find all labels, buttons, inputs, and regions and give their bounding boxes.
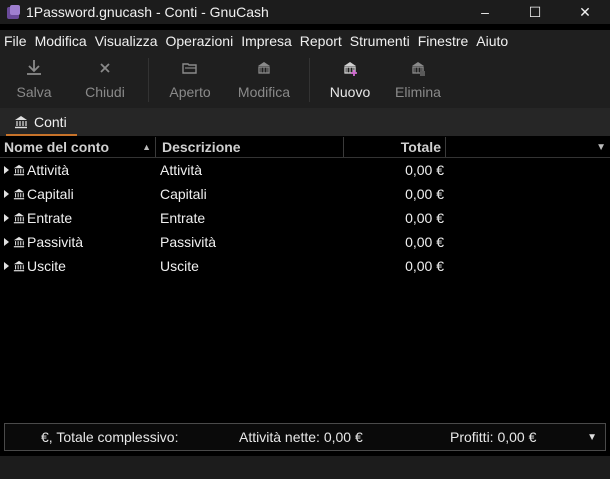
expander-arrow-icon[interactable] — [4, 166, 9, 174]
open-button[interactable]: Aperto — [155, 52, 225, 108]
account-description: Uscite — [160, 258, 199, 274]
account-description: Passività — [160, 234, 217, 250]
menu-strumenti[interactable]: Strumenti — [346, 33, 414, 49]
edit-label: Modifica — [237, 84, 291, 100]
bank-icon — [13, 236, 25, 248]
menu-aiuto[interactable]: Aiuto — [472, 33, 512, 49]
table-row[interactable]: Attività Attività 0,00 € — [0, 158, 610, 182]
table-row[interactable]: Passività Passività 0,00 € — [0, 230, 610, 254]
summary-bar: €, Totale complessivo: Attività nette: 0… — [4, 423, 606, 451]
toolbar-separator — [309, 58, 310, 102]
expander-arrow-icon[interactable] — [4, 190, 9, 198]
tab-strip: Conti — [0, 108, 610, 136]
maximize-button[interactable]: ☐ — [510, 0, 560, 24]
account-description: Capitali — [160, 186, 207, 202]
edit-account-icon — [258, 62, 270, 74]
column-total-label: Totale — [400, 139, 441, 155]
download-icon — [27, 60, 41, 75]
gnucash-app-icon — [7, 5, 20, 19]
menu-file[interactable]: File — [0, 33, 31, 49]
account-total: 0,00 € — [405, 162, 444, 178]
new-label: Nuovo — [329, 84, 371, 100]
expander-arrow-icon[interactable] — [4, 262, 9, 270]
window-controls: – ☐ ✕ — [460, 0, 610, 24]
menu-report[interactable]: Report — [296, 33, 346, 49]
account-total: 0,00 € — [405, 234, 444, 250]
bank-icon — [13, 212, 25, 224]
delete-button[interactable]: Elimina — [384, 52, 452, 108]
maximize-icon: ☐ — [528, 3, 542, 20]
expander-arrow-icon[interactable] — [4, 238, 9, 246]
table-row[interactable]: Uscite Uscite 0,00 € — [0, 254, 610, 278]
accounts-table-header: Nome del conto ▲ Descrizione Totale ▼ — [0, 137, 610, 158]
summary-net-assets: Attività nette: 0,00 € — [239, 429, 363, 445]
accounts-tree: Attività Attività 0,00 € Capitali Capita… — [0, 158, 610, 278]
table-row[interactable]: Capitali Capitali 0,00 € — [0, 182, 610, 206]
close-x-icon — [100, 63, 110, 73]
summary-profits: Profitti: 0,00 € — [450, 429, 537, 445]
table-row[interactable]: Entrate Entrate 0,00 € — [0, 206, 610, 230]
column-header-total[interactable]: Totale — [344, 137, 446, 157]
toolbar: Salva Chiudi Aperto Modifica Nuovo Elimi… — [0, 52, 610, 108]
tab-label: Conti — [34, 114, 67, 130]
menu-bar: File Modifica Visualizza Operazioni Impr… — [0, 30, 610, 52]
save-button[interactable]: Salva — [0, 52, 68, 108]
toolbar-separator — [148, 58, 149, 102]
account-name: Passività — [27, 234, 84, 250]
summary-currency-label: €, Totale complessivo: — [41, 429, 179, 445]
bank-icon — [15, 116, 27, 129]
column-name-label: Nome del conto — [4, 139, 110, 155]
close-button[interactable]: Chiudi — [68, 52, 142, 108]
new-account-icon — [344, 62, 357, 76]
tab-accounts[interactable]: Conti — [6, 110, 77, 136]
minimize-icon: – — [481, 4, 489, 20]
menu-finestre[interactable]: Finestre — [414, 33, 473, 49]
menu-modifica[interactable]: Modifica — [31, 33, 91, 49]
column-description-label: Descrizione — [162, 139, 241, 155]
sort-ascending-icon: ▲ — [142, 142, 151, 152]
close-label: Chiudi — [85, 84, 125, 100]
new-account-button[interactable]: Nuovo — [316, 52, 384, 108]
status-bar — [0, 456, 610, 479]
edit-button[interactable]: Modifica — [225, 52, 303, 108]
menu-visualizza[interactable]: Visualizza — [91, 33, 162, 49]
window-title: 1Password.gnucash - Conti - GnuCash — [26, 4, 269, 20]
account-total: 0,00 € — [405, 210, 444, 226]
delete-label: Elimina — [395, 84, 441, 100]
save-label: Salva — [16, 84, 52, 100]
close-window-button[interactable]: ✕ — [560, 0, 610, 24]
summary-dropdown-icon[interactable]: ▼ — [587, 432, 597, 443]
account-description: Attività — [160, 162, 203, 178]
column-header-description[interactable]: Descrizione — [156, 137, 344, 157]
delete-account-icon — [412, 62, 425, 76]
menu-impresa[interactable]: Impresa — [237, 33, 296, 49]
account-name: Capitali — [27, 186, 74, 202]
bank-icon — [13, 164, 25, 176]
open-label: Aperto — [169, 84, 211, 100]
chevron-down-icon: ▼ — [596, 141, 606, 153]
bank-icon — [13, 188, 25, 200]
close-icon: ✕ — [579, 3, 591, 20]
account-name: Attività — [27, 162, 70, 178]
column-chooser-button[interactable]: ▼ — [446, 137, 610, 157]
expander-arrow-icon[interactable] — [4, 214, 9, 222]
menu-operazioni[interactable]: Operazioni — [161, 33, 237, 49]
account-description: Entrate — [160, 210, 206, 226]
account-name: Entrate — [27, 210, 73, 226]
column-header-name[interactable]: Nome del conto ▲ — [0, 137, 156, 157]
title-bar: 1Password.gnucash - Conti - GnuCash – ☐ … — [0, 0, 610, 24]
open-account-icon — [182, 63, 197, 74]
bank-icon — [13, 260, 25, 272]
account-total: 0,00 € — [405, 186, 444, 202]
account-total: 0,00 € — [405, 258, 444, 274]
account-name: Uscite — [27, 258, 66, 274]
minimize-button[interactable]: – — [460, 0, 510, 24]
